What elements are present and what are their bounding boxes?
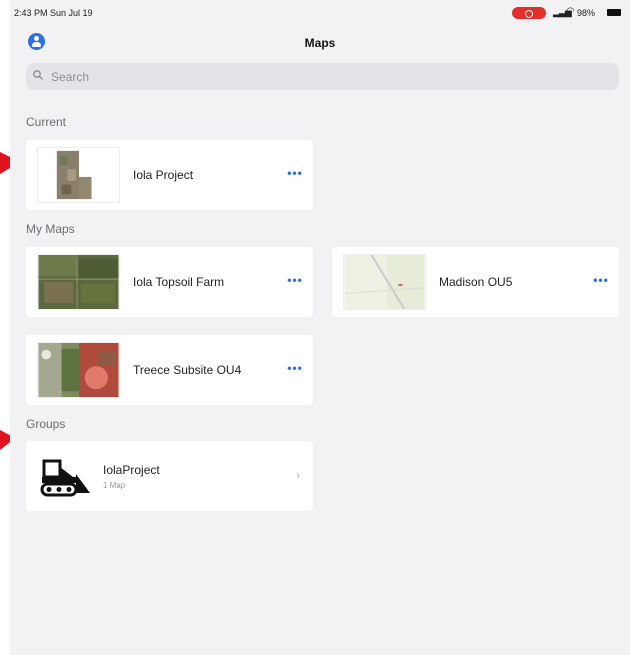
- map-name: Treece Subsite OU4: [133, 363, 242, 377]
- section-label-current: Current: [26, 115, 67, 129]
- group-card-iolaproject[interactable]: IolaProject 1 Map ›: [26, 441, 313, 511]
- section-label-groups: Groups: [26, 417, 66, 431]
- screen-record-icon[interactable]: [512, 7, 546, 19]
- status-time: 2:43 PM Sun Jul 19: [14, 8, 93, 18]
- section-label-my-maps: My Maps: [26, 222, 75, 236]
- status-bar: 2:43 PM Sun Jul 19 ▂▃▅ ◠ 98%: [10, 0, 630, 22]
- group-map-count: 1 Map: [103, 481, 126, 490]
- map-name: Madison OU5: [439, 275, 513, 289]
- map-card-madison-ou5[interactable]: Madison OU5 •••: [332, 247, 619, 317]
- map-thumbnail-treece-subsite-ou4: [37, 342, 120, 398]
- wifi-icon: ◠: [566, 6, 575, 17]
- map-name: Iola Topsoil Farm: [133, 275, 225, 289]
- chevron-right-icon: ›: [296, 468, 300, 482]
- search-placeholder: Search: [51, 70, 90, 84]
- more-options-button[interactable]: •••: [592, 273, 610, 289]
- group-name: IolaProject: [103, 463, 160, 477]
- search-icon: [33, 70, 43, 80]
- battery-icon: [607, 9, 621, 16]
- more-options-button[interactable]: •••: [286, 166, 304, 182]
- page-title: Maps: [304, 36, 336, 50]
- bulldozer-icon: [37, 447, 94, 504]
- map-card-iola-topsoil-farm[interactable]: Iola Topsoil Farm •••: [26, 247, 313, 317]
- map-thumbnail-iola-project: [37, 147, 120, 203]
- search-input[interactable]: Search: [26, 63, 619, 90]
- map-thumbnail-madison-ou5: [343, 254, 426, 310]
- map-card-treece-subsite-ou4[interactable]: Treece Subsite OU4 •••: [26, 335, 313, 405]
- maps-screen: 2:43 PM Sun Jul 19 ▂▃▅ ◠ 98% Maps Search…: [10, 0, 630, 655]
- map-thumbnail-iola-topsoil-farm: [37, 254, 120, 310]
- map-name: Iola Project: [133, 168, 194, 182]
- more-options-button[interactable]: •••: [286, 361, 304, 377]
- battery-percent: 98%: [577, 8, 596, 18]
- more-options-button[interactable]: •••: [286, 273, 304, 289]
- nav-bar: Maps: [10, 26, 630, 60]
- current-map-card[interactable]: Iola Project •••: [26, 140, 313, 210]
